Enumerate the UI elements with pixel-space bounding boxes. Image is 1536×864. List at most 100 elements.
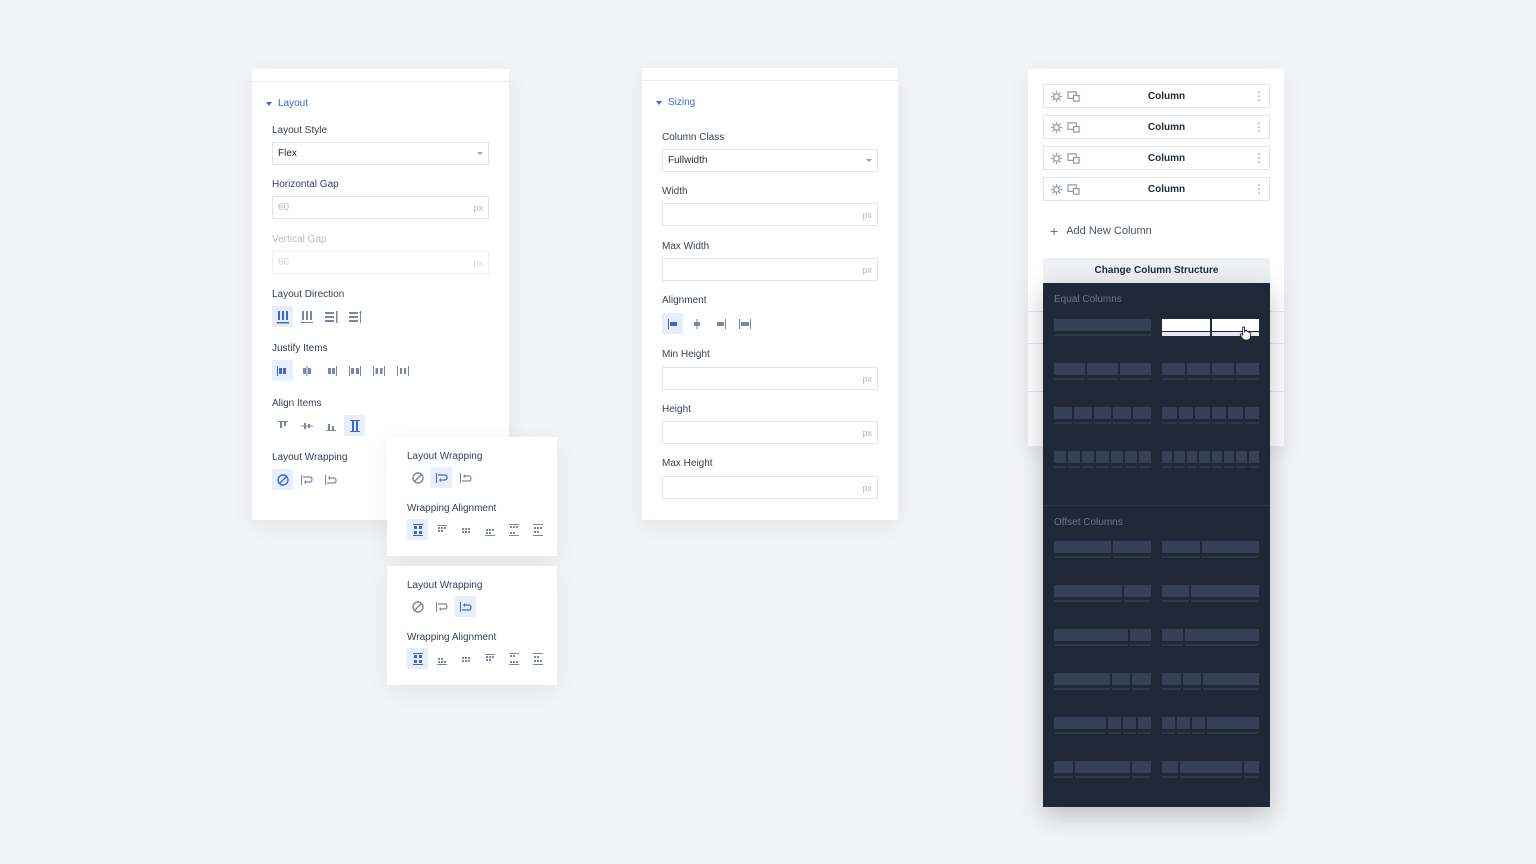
preset-column-underline [1123, 732, 1136, 734]
align-center-icon[interactable] [296, 415, 317, 436]
justify-space-between-icon[interactable] [344, 360, 365, 381]
column-row[interactable]: Column ⋮ [1043, 177, 1270, 201]
column-preset[interactable] [1162, 717, 1259, 735]
column-preset[interactable] [1162, 451, 1259, 469]
layout-section-header[interactable]: Layout [266, 98, 308, 109]
column-preset[interactable] [1054, 761, 1151, 779]
vertical-gap-input[interactable]: 60 px [272, 251, 489, 274]
column-preset[interactable] [1162, 585, 1259, 603]
column-row[interactable]: Column ⋮ [1043, 84, 1270, 108]
preset-column-block [1074, 761, 1131, 773]
wrap-align-stretch-icon[interactable] [407, 519, 428, 540]
divider [1028, 391, 1043, 392]
wrap-reverse-icon[interactable] [455, 596, 476, 617]
preset-column-underline [1162, 644, 1184, 646]
justify-end-icon[interactable] [320, 360, 341, 381]
column-row[interactable]: Column ⋮ [1043, 115, 1270, 139]
preset-column-block [1195, 407, 1210, 419]
responsive-icon[interactable] [1067, 183, 1080, 196]
align-stretch-icon[interactable] [344, 415, 365, 436]
wrap-align-end-icon[interactable] [479, 648, 500, 669]
column-preset[interactable] [1162, 629, 1259, 647]
preset-column-block [1228, 407, 1243, 419]
layout-direction-label: Layout Direction [272, 289, 345, 300]
responsive-icon[interactable] [1067, 121, 1080, 134]
align-center-icon[interactable] [686, 313, 707, 334]
gear-icon[interactable] [1050, 183, 1063, 196]
responsive-icon[interactable] [1067, 90, 1080, 103]
align-stretch-icon[interactable] [734, 313, 755, 334]
preset-column-underline [1178, 422, 1193, 424]
column-preset[interactable] [1054, 451, 1151, 469]
justify-space-around-icon[interactable] [368, 360, 389, 381]
wrap-align-between-icon[interactable] [503, 648, 524, 669]
wrap-align-between-icon[interactable] [503, 519, 524, 540]
wrap-icon[interactable] [431, 596, 452, 617]
preset-column-underline [1236, 466, 1247, 468]
responsive-icon[interactable] [1067, 152, 1080, 165]
gear-icon[interactable] [1050, 121, 1063, 134]
column-preset[interactable] [1162, 761, 1259, 779]
column-preset[interactable] [1054, 319, 1151, 337]
no-wrap-icon[interactable] [407, 596, 428, 617]
align-end-icon[interactable] [320, 415, 341, 436]
more-vertical-icon[interactable]: ⋮ [1253, 121, 1265, 133]
gear-icon[interactable] [1050, 152, 1063, 165]
max-height-input[interactable]: px [662, 476, 878, 499]
column-row[interactable]: Column ⋮ [1043, 146, 1270, 170]
wrap-align-center-icon[interactable] [455, 519, 476, 540]
preset-column-block [1054, 541, 1111, 553]
change-column-structure-button[interactable]: Change Column Structure [1043, 258, 1270, 283]
direction-row-reverse-icon[interactable] [296, 306, 317, 327]
column-class-select[interactable]: Fullwidth [662, 149, 878, 172]
direction-column-reverse-icon[interactable] [344, 306, 365, 327]
direction-column-icon[interactable] [320, 306, 341, 327]
column-preset[interactable] [1162, 673, 1259, 691]
justify-space-evenly-icon[interactable] [392, 360, 413, 381]
layout-section-title: Layout [278, 98, 309, 109]
column-preset[interactable] [1054, 673, 1151, 691]
wrap-icon[interactable] [296, 469, 317, 490]
align-start-icon[interactable] [272, 415, 293, 436]
align-left-icon[interactable] [662, 313, 683, 334]
column-preset[interactable] [1162, 363, 1259, 381]
horizontal-gap-input[interactable]: 60 px [272, 196, 489, 219]
column-preset[interactable] [1054, 407, 1151, 425]
more-vertical-icon[interactable]: ⋮ [1253, 152, 1265, 164]
wrap-align-start-icon[interactable] [431, 519, 452, 540]
wrap-align-stretch-icon[interactable] [407, 648, 428, 669]
wrap-align-around-icon[interactable] [527, 648, 548, 669]
preset-column-underline [1123, 600, 1151, 602]
direction-row-icon[interactable] [272, 306, 293, 327]
add-new-column-button[interactable]: + Add New Column [1050, 224, 1152, 238]
min-height-input[interactable]: px [662, 367, 878, 390]
wrap-align-center-icon[interactable] [455, 648, 476, 669]
sizing-section-header[interactable]: Sizing [656, 97, 695, 108]
justify-center-icon[interactable] [296, 360, 317, 381]
column-preset[interactable] [1054, 629, 1151, 647]
no-wrap-icon[interactable] [272, 469, 293, 490]
align-right-icon[interactable] [710, 313, 731, 334]
height-input[interactable]: px [662, 421, 878, 444]
wrap-icon[interactable] [431, 467, 452, 488]
column-preset[interactable] [1162, 407, 1259, 425]
more-vertical-icon[interactable]: ⋮ [1253, 90, 1265, 102]
justify-start-icon[interactable] [272, 360, 293, 381]
column-preset[interactable] [1162, 541, 1259, 559]
wrap-reverse-icon[interactable] [455, 467, 476, 488]
wrap-align-end-icon[interactable] [479, 519, 500, 540]
wrap-align-start-icon[interactable] [431, 648, 452, 669]
no-wrap-icon[interactable] [407, 467, 428, 488]
more-vertical-icon[interactable]: ⋮ [1253, 183, 1265, 195]
column-preset[interactable] [1054, 585, 1151, 603]
width-input[interactable]: px [662, 203, 878, 226]
max-width-input[interactable]: px [662, 258, 878, 281]
sizing-panel: Sizing Column Class Fullwidth Width px M… [642, 68, 898, 520]
wrap-align-around-icon[interactable] [527, 519, 548, 540]
column-preset[interactable] [1054, 717, 1151, 735]
column-preset[interactable] [1054, 363, 1151, 381]
layout-style-select[interactable]: Flex [272, 142, 489, 165]
column-preset[interactable] [1054, 541, 1151, 559]
wrap-reverse-icon[interactable] [320, 469, 341, 490]
gear-icon[interactable] [1050, 90, 1063, 103]
